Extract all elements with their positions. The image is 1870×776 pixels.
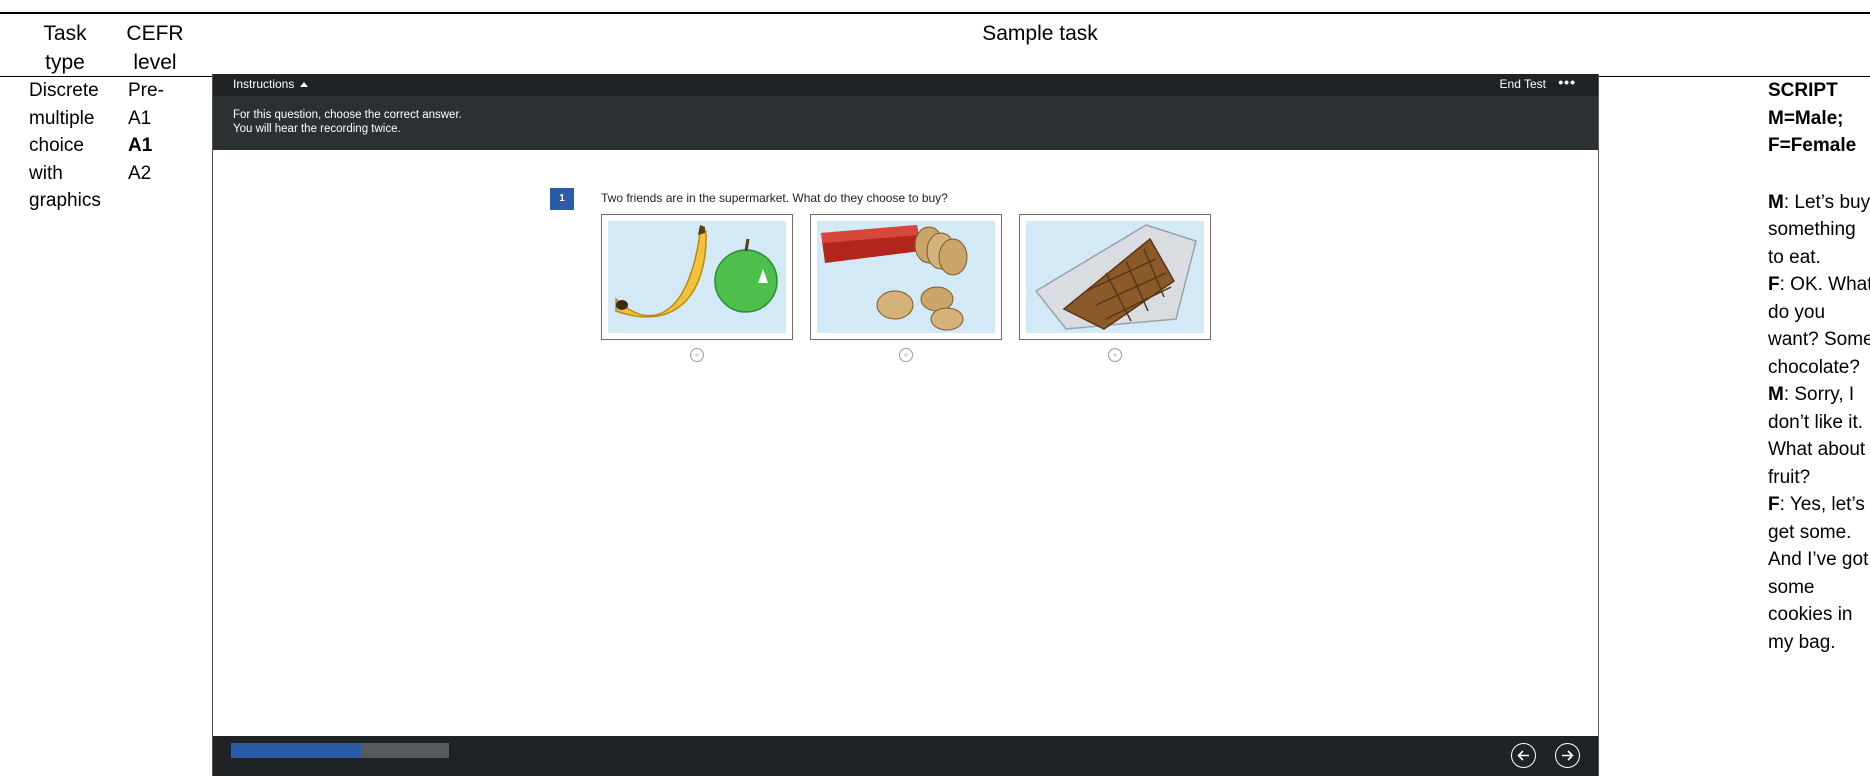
option-b-radio[interactable] [899,348,913,362]
script-line: some [1768,576,1815,598]
cookies-picture [817,221,995,333]
top-toolbar: Instructions End Test ••• [213,74,1598,96]
script-line: to eat. [1768,246,1821,268]
instructions-line: For this question, choose the correct an… [233,109,462,121]
speaker-label: M [1768,384,1784,405]
script-line: What about [1768,439,1866,460]
speaker-label: F [1768,494,1780,515]
script-dialogue: M: Let’s buy something to eat. F: OK. What d… [1768,189,1870,657]
header-cefr-level: CEFR level [126,22,184,74]
script-line: don’t like it. [1768,411,1864,433]
instructions-toggle[interactable]: Instructions [233,77,309,91]
more-menu-icon[interactable]: ••• [1558,74,1576,90]
cefr-level-cell: Pre- A1 A1 A2 [128,80,164,184]
chocolate-picture [1026,221,1204,333]
question-text: Two friends are in the supermarket. What… [601,191,948,205]
option-c-radio[interactable] [1108,348,1122,362]
instructions-panel: For this question, choose the correct an… [213,96,1598,150]
script-line: get some. [1768,521,1852,543]
question-number-badge: 1 [550,188,574,210]
bottom-toolbar [213,736,1598,776]
script-line: want? Some [1768,329,1870,350]
script-line: M: Sorry, I [1768,384,1855,405]
script-line: something [1768,219,1856,240]
option-a-radio[interactable] [690,348,704,362]
script-line: F: OK. What [1768,274,1870,295]
caret-up-icon [300,81,309,87]
script-cell: SCRIPT M=Male; F=Female M: Let’s buy some… [1768,77,1870,656]
end-test-button[interactable]: End Test [1500,77,1546,91]
script-line: my bag. [1768,631,1836,653]
option-b-cookies[interactable] [810,214,1002,340]
speaker-label: F [1768,274,1780,295]
arrow-left-icon [1517,750,1529,761]
target-level: A1 [128,135,153,156]
script-line: do you [1768,301,1826,323]
previous-button[interactable] [1511,743,1536,768]
task-type-cell: Discrete multiple choice with graphics [29,80,101,211]
option-c-chocolate[interactable] [1019,214,1211,340]
script-title: SCRIPT [1768,80,1838,101]
header-task-type: Task type [43,22,87,74]
next-button[interactable] [1555,743,1580,768]
script-line: cookies in [1768,604,1853,625]
test-app-screenshot: Instructions End Test ••• For this quest… [212,74,1599,776]
header-sample-task: Sample task [982,22,1098,45]
script-line: M: Let’s buy [1768,191,1870,213]
instructions-line: You will hear the recording twice. [233,123,401,135]
progress-fill [231,743,362,758]
script-line: F: Yes, let’s [1768,494,1865,515]
speaker-label: M [1768,191,1784,213]
arrow-right-icon [1562,750,1574,761]
progress-bar [231,743,449,758]
script-line: chocolate? [1768,356,1860,378]
option-a-banana-apple[interactable] [601,214,793,340]
table-top-rule [0,12,1870,14]
banana-apple-picture [608,221,786,333]
script-line: And I’ve got [1768,549,1869,570]
script-line: fruit? [1768,466,1811,488]
